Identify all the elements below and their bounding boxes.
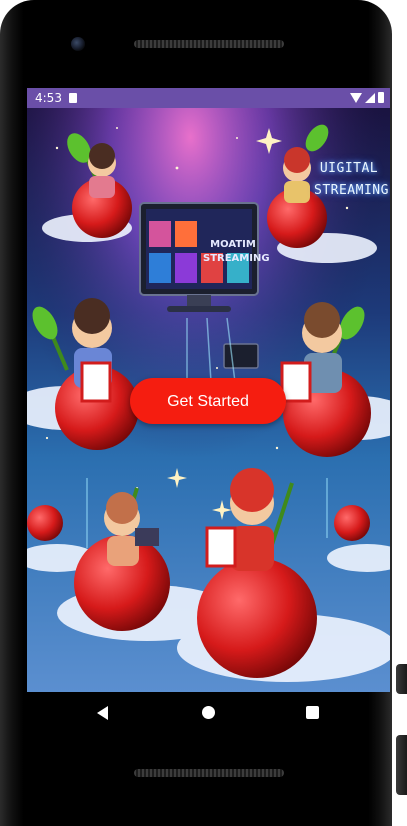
power-button[interactable] [396, 735, 407, 795]
brand-logo-text: UIGITAL STREAMING [314, 158, 389, 202]
earpiece-speaker [134, 40, 284, 48]
page-margin [392, 0, 407, 826]
front-camera [71, 37, 85, 51]
app-screen: 4:53 UIGITAL STREAMING MOATIM STREAMING … [27, 88, 390, 692]
wifi-icon [350, 93, 362, 103]
recent-apps-icon[interactable] [306, 706, 319, 719]
status-bar: 4:53 [27, 88, 390, 108]
tv-line-2: STREAMING [203, 253, 270, 264]
status-icons [350, 92, 384, 103]
bottom-speaker [134, 769, 284, 777]
volume-up-button[interactable] [396, 664, 407, 694]
phone-frame: 4:53 UIGITAL STREAMING MOATIM STREAMING … [0, 0, 392, 826]
sd-card-icon [69, 93, 77, 103]
battery-icon [378, 92, 384, 103]
tv-screen-text: MOATIM STREAMING [203, 238, 270, 266]
get-started-button[interactable]: Get Started [130, 378, 286, 424]
tv-line-1: MOATIM [210, 239, 256, 250]
back-icon[interactable] [97, 706, 108, 720]
home-icon[interactable] [202, 706, 215, 719]
navigation-bar [0, 692, 392, 734]
logo-line-1: UIGITAL [319, 161, 379, 176]
status-time: 4:53 [35, 91, 62, 105]
signal-icon [365, 93, 375, 103]
logo-line-2: STREAMING [314, 183, 389, 198]
